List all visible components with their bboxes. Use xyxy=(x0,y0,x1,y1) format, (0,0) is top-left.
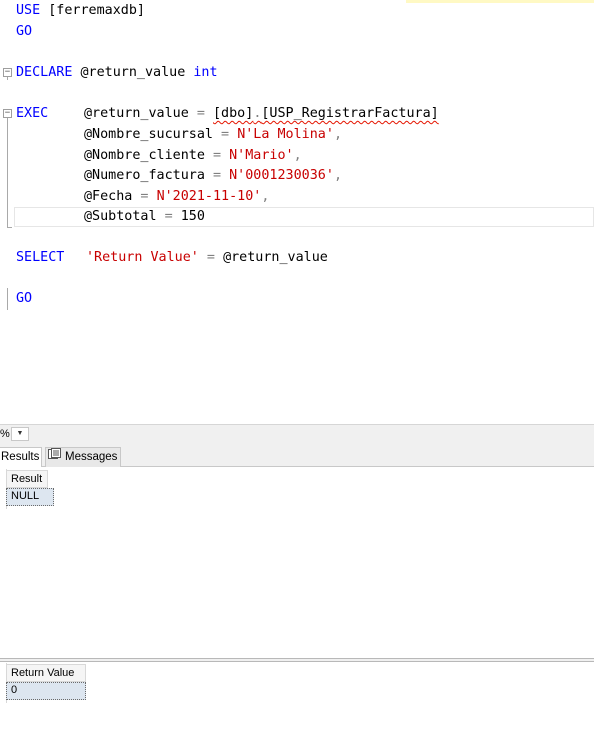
zoom-bar: % ▼ xyxy=(0,424,594,444)
string-literal: N'Mario' xyxy=(229,148,294,163)
operator: , xyxy=(261,189,270,204)
string-literal: 'Return Value' xyxy=(86,250,199,265)
column-header[interactable]: Return Value xyxy=(6,664,86,682)
code-line-param: @Nombre_cliente = N'Mario', xyxy=(84,146,302,166)
cell-value: NULL xyxy=(11,490,40,502)
identifier: [USP_RegistrarFactura] xyxy=(261,106,439,121)
code-line-go: GO xyxy=(16,22,32,42)
messages-icon xyxy=(48,448,62,466)
results-pane: Result NULL Return Value 0 xyxy=(0,467,594,742)
code-line-exec: EXEC xyxy=(16,104,48,124)
tab-label: Messages xyxy=(65,451,118,464)
operator: , xyxy=(333,127,342,142)
grid-splitter[interactable] xyxy=(0,658,594,662)
collapse-declare-icon[interactable]: − xyxy=(3,68,12,77)
operator: = xyxy=(204,168,230,183)
keyword: EXEC xyxy=(16,106,49,121)
code-line-use: USE [ferremaxdb] xyxy=(16,1,145,21)
operator: = xyxy=(156,209,181,224)
identifier: @Nombre_cliente xyxy=(84,148,205,163)
keyword: GO xyxy=(16,291,33,306)
keyword: int xyxy=(193,65,218,80)
identifier: @return_value xyxy=(223,250,328,265)
fold-end xyxy=(7,227,12,228)
tab-results[interactable]: Results xyxy=(0,447,42,467)
query-editor[interactable]: − − USE [ferremaxdb] GO DECLARE @return_… xyxy=(0,0,594,424)
grid-cell[interactable]: NULL xyxy=(6,488,54,506)
identifier: @return_value xyxy=(72,65,194,80)
code-line-param: @Fecha = N'2021-11-10', xyxy=(84,187,269,207)
code-line-select-expr: 'Return Value' = @return_value xyxy=(86,248,328,268)
operator: , xyxy=(333,168,342,183)
string-literal: N'2021-11-10' xyxy=(156,189,262,204)
operator: = xyxy=(132,189,157,204)
keyword: USE xyxy=(16,3,41,18)
change-indicator-bar xyxy=(406,0,594,3)
results-tabs: Results Messages xyxy=(0,444,594,467)
column-header[interactable]: Result xyxy=(6,470,48,488)
identifier: @return_value xyxy=(84,106,189,121)
operator: = xyxy=(198,250,224,265)
operator: , xyxy=(293,148,302,163)
keyword: SELECT xyxy=(16,250,65,265)
operator: = xyxy=(204,148,230,163)
cell-value: 0 xyxy=(11,684,18,696)
tab-label: Results xyxy=(1,451,40,463)
number-literal: 150 xyxy=(180,209,205,224)
keyword: DECLARE xyxy=(16,65,73,80)
code-line-declare: DECLARE @return_value int xyxy=(16,63,218,83)
code-line-exec-call: @return_value = [dbo].[USP_RegistrarFact… xyxy=(84,104,439,124)
column-header-label: Result xyxy=(11,473,43,485)
zoom-dropdown[interactable]: ▼ xyxy=(11,427,29,441)
collapse-exec-icon[interactable]: − xyxy=(3,109,12,118)
fold-guide xyxy=(7,118,8,228)
identifier: @Nombre_sucursal xyxy=(84,127,213,142)
grid-cell[interactable]: 0 xyxy=(6,682,86,700)
identifier: [ferremaxdb] xyxy=(40,3,145,18)
code-line-select: SELECT xyxy=(16,248,64,268)
code-line-go: GO xyxy=(16,289,32,309)
zoom-level: % xyxy=(0,428,10,440)
code-line-param: @Subtotal = 150 xyxy=(84,207,205,227)
fold-guide xyxy=(7,77,8,80)
fold-guide xyxy=(7,288,8,310)
code-line-param: @Numero_factura = N'0001230036', xyxy=(84,166,342,186)
keyword: GO xyxy=(16,24,33,39)
tab-messages[interactable]: Messages xyxy=(45,447,121,467)
identifier: [dbo] xyxy=(213,106,254,121)
string-literal: N'La Molina' xyxy=(237,127,334,142)
identifier: @Subtotal xyxy=(84,209,157,224)
chevron-down-icon: ▼ xyxy=(16,430,24,437)
identifier: @Fecha xyxy=(84,189,133,204)
code-line-param: @Nombre_sucursal = N'La Molina', xyxy=(84,125,342,145)
operator: = xyxy=(213,127,238,142)
operator: = xyxy=(188,106,213,121)
identifier: @Numero_factura xyxy=(84,168,205,183)
string-literal: N'0001230036' xyxy=(229,168,334,183)
column-header-label: Return Value xyxy=(11,667,75,679)
